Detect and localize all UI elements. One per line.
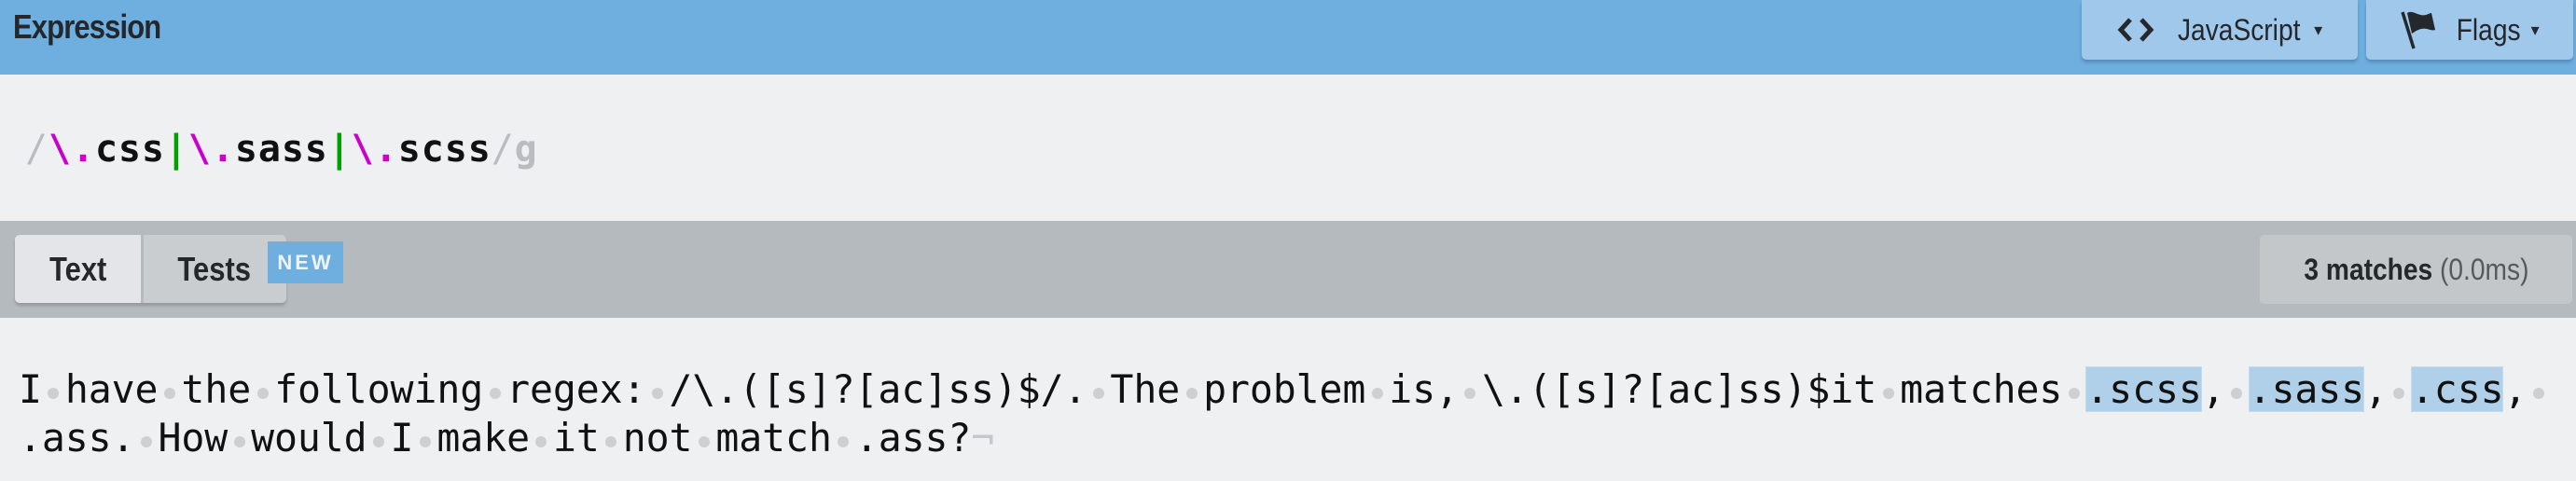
match-count: 3 matches	[2303, 252, 2432, 286]
tab-text-label: Text	[48, 249, 107, 288]
expression-token-alternation: |	[327, 128, 352, 171]
chevron-down-icon: ▾	[2530, 20, 2540, 39]
expression-token-escape: \.	[187, 128, 235, 171]
match-time: (0.0ms)	[2439, 252, 2529, 286]
expression-token-escape: \.	[48, 128, 95, 171]
expression-header: Expression JavaScript ▾ Flags ▾	[0, 0, 2576, 75]
tab-text[interactable]: Text	[15, 235, 144, 303]
flags-label: Flags	[2457, 12, 2521, 47]
flavor-dropdown-button[interactable]: JavaScript ▾	[2082, 0, 2358, 60]
match-highlight: .sass	[2248, 366, 2365, 412]
whitespace-marker	[2388, 365, 2411, 414]
text-toolbar: Text Tests NEW 3 matches (0.0ms)	[0, 221, 2576, 318]
flag-icon	[2401, 11, 2436, 49]
code-brackets-icon	[2117, 18, 2154, 42]
expression-token-literal: css	[94, 128, 165, 171]
whitespace-marker	[1365, 365, 1389, 414]
whitespace-marker	[228, 414, 251, 462]
end-of-line-marker: ¬	[971, 415, 995, 460]
whitespace-marker	[1087, 365, 1110, 414]
whitespace-marker	[1459, 365, 1482, 414]
whitespace-marker	[483, 365, 506, 414]
whitespace-marker	[600, 414, 623, 462]
test-text-editor[interactable]: I have the following regex: /\.([s]?[ac]…	[19, 365, 2574, 462]
whitespace-marker	[42, 365, 65, 414]
tab-group: Text Tests	[15, 235, 286, 303]
whitespace-marker	[1180, 365, 1203, 414]
chevron-down-icon: ▾	[2314, 20, 2323, 39]
whitespace-marker	[413, 414, 436, 462]
expression-flags[interactable]: g	[515, 128, 538, 171]
expression-title: Expression	[13, 7, 161, 46]
whitespace-marker	[645, 365, 669, 414]
whitespace-marker	[2527, 365, 2550, 414]
expression-token-escape: \.	[351, 128, 398, 171]
whitespace-marker	[2225, 365, 2249, 414]
flavor-label: JavaScript	[2177, 12, 2301, 47]
whitespace-marker	[692, 414, 715, 462]
whitespace-marker	[251, 365, 274, 414]
tab-tests[interactable]: Tests	[144, 235, 286, 303]
expression-token-alternation: |	[164, 128, 188, 171]
match-highlight: .css	[2410, 366, 2504, 412]
expression-input[interactable]: /\.css|\.sass|\.scss/g	[25, 123, 538, 175]
whitespace-marker	[832, 414, 855, 462]
expression-token-literal: scss	[397, 128, 492, 171]
whitespace-marker	[530, 414, 553, 462]
new-badge: NEW	[268, 241, 343, 283]
tab-tests-label: Tests	[177, 249, 251, 288]
flags-dropdown-button[interactable]: Flags ▾	[2366, 0, 2573, 60]
expression-close-delimiter: /	[491, 128, 515, 171]
match-count-badge[interactable]: 3 matches (0.0ms)	[2260, 235, 2572, 304]
expression-token-literal: sass	[234, 128, 328, 171]
whitespace-marker	[158, 365, 181, 414]
match-highlight: .scss	[2085, 366, 2202, 412]
whitespace-marker	[1877, 365, 1900, 414]
whitespace-marker	[367, 414, 391, 462]
expression-open-delimiter: /	[25, 128, 48, 171]
whitespace-marker	[134, 414, 158, 462]
whitespace-marker	[2062, 365, 2085, 414]
